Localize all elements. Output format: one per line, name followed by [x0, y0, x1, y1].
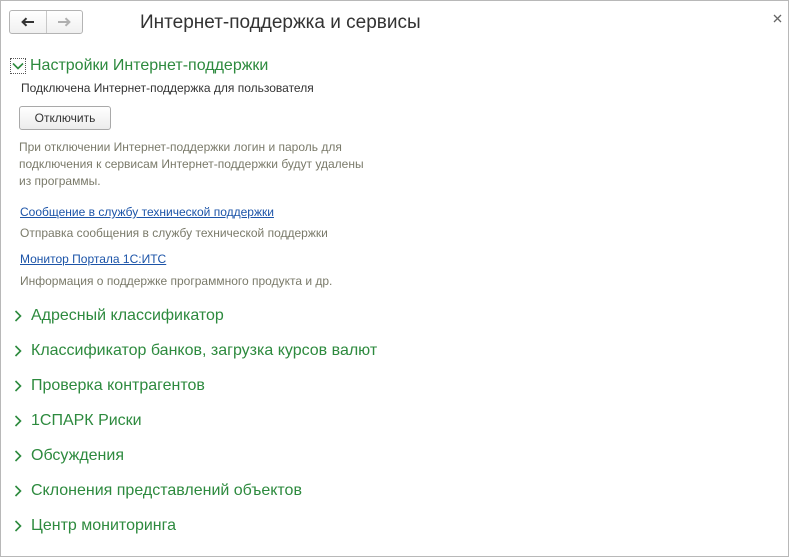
tech-support-message-link[interactable]: Сообщение в службу технической поддержки	[20, 205, 274, 220]
chevron-right-icon	[10, 413, 26, 429]
disconnect-note: При отключении Интернет-поддержки логин …	[19, 140, 364, 188]
chevron-right-icon	[10, 343, 26, 359]
section-spark-risks[interactable]: 1СПАРК Риски	[10, 411, 142, 431]
forward-button[interactable]	[45, 11, 83, 33]
section-label: Проверка контрагентов	[31, 377, 205, 394]
chevron-right-icon	[10, 483, 26, 499]
close-icon	[773, 10, 782, 28]
section-label: Классификатор банков, загрузка курсов ва…	[31, 342, 378, 359]
section-address-classifier[interactable]: Адресный классификатор	[10, 306, 224, 326]
close-button[interactable]	[769, 11, 785, 27]
window-title: Интернет-поддержка и сервисы	[140, 12, 421, 33]
arrow-left-icon	[20, 17, 35, 27]
arrow-right-icon	[57, 17, 72, 27]
tech-support-message-description: Отправка сообщения в службу технической …	[20, 226, 328, 240]
section-label: Центр мониторинга	[31, 517, 177, 534]
section-discussions[interactable]: Обсуждения	[10, 446, 124, 466]
chevron-right-icon	[10, 378, 26, 394]
section-label: 1СПАРК Риски	[31, 412, 142, 429]
back-button[interactable]	[10, 11, 46, 33]
section-support-settings-label: Настройки Интернет-поддержки	[30, 57, 269, 74]
section-bank-classifier[interactable]: Классификатор банков, загрузка курсов ва…	[10, 341, 377, 361]
disconnect-button[interactable]: Отключить	[19, 106, 111, 130]
support-services-window: Интернет-поддержка и сервисы Настройки И…	[0, 0, 789, 557]
chevron-down-icon	[10, 58, 26, 74]
section-monitoring-center[interactable]: Центр мониторинга	[10, 516, 176, 536]
chevron-right-icon	[10, 448, 26, 464]
section-counterparty-check[interactable]: Проверка контрагентов	[10, 376, 205, 396]
support-status-text: Подключена Интернет-поддержка для пользо…	[21, 81, 314, 95]
navigation-buttons	[9, 10, 83, 34]
section-label: Адресный классификатор	[31, 307, 224, 324]
section-label: Обсуждения	[31, 447, 124, 464]
section-support-settings[interactable]: Настройки Интернет-поддержки	[10, 56, 268, 76]
chevron-right-icon	[10, 308, 26, 324]
section-object-declensions[interactable]: Склонения представлений объектов	[10, 481, 302, 501]
section-label: Склонения представлений объектов	[31, 482, 302, 499]
chevron-right-icon	[10, 518, 26, 534]
its-portal-monitor-link[interactable]: Монитор Портала 1С:ИТС	[20, 252, 166, 267]
its-portal-monitor-description: Информация о поддержке программного прод…	[20, 274, 333, 288]
